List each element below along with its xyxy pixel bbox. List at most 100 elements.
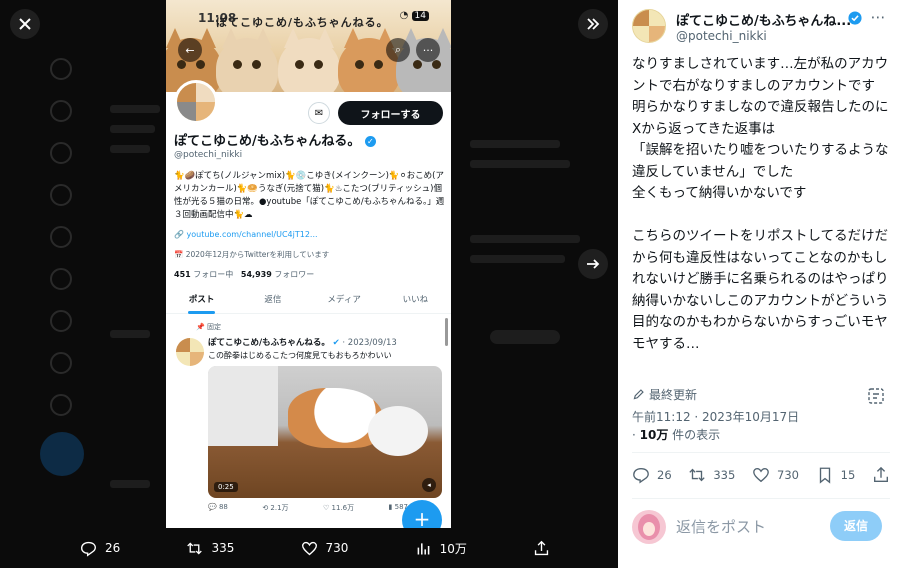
- home-icon: [50, 58, 72, 80]
- app-root: 11:08 ぽてこゆこめ/もふちゃんねる。 ◔ 14 ← ⌕ ··· ✉ フォロ…: [0, 0, 900, 568]
- tweet-header: ぽてこゆこめ/もふちゃんねる。 ✔ · 2023/09/13: [208, 338, 397, 348]
- collapse-panel-button[interactable]: [578, 9, 608, 39]
- translate-icon[interactable]: [866, 386, 886, 406]
- tweet-video: 0:25 ◂: [208, 366, 442, 498]
- viewer-retweet-button[interactable]: 335: [186, 540, 234, 557]
- like-count: ♡ 11.6万: [322, 504, 355, 512]
- share-button[interactable]: [872, 466, 890, 484]
- retweet-count: 335: [211, 541, 235, 555]
- post-actions: 26 335 730 15: [632, 466, 890, 484]
- mail-icon: ✉: [308, 102, 330, 124]
- follow-button-image: フォローする: [338, 101, 443, 125]
- banner-title: ぽてこゆこめ/もふちゃんねる。: [216, 16, 389, 29]
- communities-icon: [50, 268, 72, 290]
- tab-likes: いいね: [402, 295, 429, 305]
- edited-indicator[interactable]: 最終更新: [632, 386, 697, 403]
- reply-submit-button[interactable]: 返信: [830, 511, 882, 541]
- tab-posts: ポスト: [166, 290, 237, 314]
- tab-media: メディア: [327, 295, 361, 305]
- profile-banner: 11:08 ぽてこゆこめ/もふちゃんねる。 ◔ 14 ← ⌕ ···: [166, 0, 451, 92]
- author-avatar[interactable]: [632, 9, 666, 43]
- divider: [632, 498, 890, 499]
- viewer-action-bar: 26 335 730 10万: [80, 535, 550, 561]
- more-icon: ···: [416, 38, 440, 62]
- profile-avatar: [174, 80, 218, 124]
- tab-replies: 返信: [264, 295, 282, 305]
- reply-icon: [81, 541, 96, 557]
- divider: [632, 452, 890, 453]
- retweet-icon: [187, 541, 203, 555]
- author-name[interactable]: ぽてこゆこめ/もふちゃんね...: [676, 10, 851, 29]
- video-duration: 0:25: [214, 482, 238, 492]
- viewer-views-button[interactable]: 10万: [415, 540, 467, 557]
- battery-level: 14: [411, 11, 429, 21]
- post-fab-ghost: [40, 432, 84, 476]
- viewer-reply-button[interactable]: 26: [80, 540, 120, 557]
- tweet-text: この酔拳はじめるこたつ何度見てもおもろかわいい: [208, 351, 392, 360]
- more-icon: [50, 394, 72, 416]
- share-icon: [874, 466, 888, 482]
- current-user-avatar: [632, 510, 666, 544]
- heart-icon: [753, 468, 769, 483]
- bookmark-icon: [819, 467, 830, 484]
- close-button[interactable]: [10, 9, 40, 39]
- more-options-button[interactable]: ⋯: [868, 8, 888, 28]
- bookmark-button[interactable]: 15: [816, 466, 856, 484]
- heart-icon: [301, 541, 317, 555]
- close-icon: [19, 18, 31, 30]
- bookmark-count: 15: [840, 468, 856, 482]
- search-icon: ⌕: [386, 38, 410, 62]
- viewer-share-button[interactable]: [533, 540, 550, 557]
- back-arrow-icon: ←: [178, 38, 202, 62]
- reply-count: 26: [657, 468, 672, 482]
- retweet-count: 335: [713, 468, 736, 482]
- views-icon: [417, 542, 429, 554]
- reply-input[interactable]: 返信をポスト: [676, 516, 766, 537]
- post-text: なりすましされています…左が私のアカウントで右がなりすましのアカウントです 明ら…: [632, 56, 889, 352]
- next-image-button[interactable]: [578, 249, 608, 279]
- author-handle[interactable]: @potechi_nikki: [676, 29, 767, 43]
- reply-button[interactable]: 26: [632, 466, 672, 484]
- retweet-button[interactable]: 335: [688, 466, 735, 484]
- post-timestamp[interactable]: 午前11:12 · 2023年10月17日: [632, 408, 799, 425]
- search-icon: [50, 100, 72, 122]
- retweet-count: ⟲ 2.1万: [262, 504, 289, 512]
- reply-icon: [633, 468, 649, 484]
- verified-badge-icon: [848, 11, 862, 25]
- profile-icon: [50, 352, 72, 374]
- reply-count: 26: [105, 541, 121, 555]
- like-count: 730: [325, 541, 349, 555]
- premium-icon: [50, 310, 72, 332]
- lists-icon: [50, 226, 72, 248]
- like-count: 730: [777, 468, 799, 482]
- notifications-icon: [50, 142, 72, 164]
- compose-fab-image: +: [402, 500, 442, 528]
- media-viewer: 11:08 ぽてこゆこめ/もふちゃんねる。 ◔ 14 ← ⌕ ··· ✉ フォロ…: [0, 0, 618, 568]
- verified-icon: ✓: [364, 136, 376, 147]
- views-count: 10万: [439, 541, 467, 556]
- edited-label: 最終更新: [649, 388, 698, 402]
- share-icon: [534, 540, 549, 555]
- scroll-indicator: [445, 318, 448, 346]
- profile-handle: @potechi_nikki: [174, 150, 243, 160]
- pinned-label: 📌 固定: [196, 323, 221, 331]
- attached-image[interactable]: 11:08 ぽてこゆこめ/もふちゃんねる。 ◔ 14 ← ⌕ ··· ✉ フォロ…: [166, 0, 451, 528]
- profile-name: ぽてこゆこめ/もふちゃんねる。 ✓: [174, 130, 376, 149]
- tweet-actions: 💬 88 ⟲ 2.1万 ♡ 11.6万 ▮ 587: [208, 503, 408, 513]
- profile-bio: 🐈🥔ぽてち(ノルジャンmix)🐈💿こゆき(メインクーン)🐈⚪おこめ(アメリカンカ…: [174, 171, 445, 220]
- tweet-avatar: [176, 338, 204, 366]
- viewer-like-button[interactable]: 730: [301, 540, 349, 557]
- post-views: · 10万 件の表示: [632, 428, 721, 442]
- profile-tabs: ポスト 返信 メディア いいね: [166, 290, 451, 314]
- retweet-icon: [689, 468, 706, 482]
- arrow-right-icon: [587, 259, 600, 269]
- status-bar: ◔ 14: [400, 10, 429, 21]
- reply-count: 💬 88: [208, 503, 228, 511]
- messages-icon: [50, 184, 72, 206]
- edit-pencil-icon: [633, 389, 644, 400]
- post-detail-panel: ぽてこゆこめ/もふちゃんね... @potechi_nikki ⋯ なりすましさ…: [618, 0, 900, 568]
- mute-icon: ◂: [422, 478, 436, 492]
- profile-link: 🔗 youtube.com/channel/UC4jT12...: [174, 230, 318, 239]
- profile-join-date: 📅 2020年12月からTwitterを利用しています: [174, 250, 330, 259]
- like-button[interactable]: 730: [752, 466, 799, 484]
